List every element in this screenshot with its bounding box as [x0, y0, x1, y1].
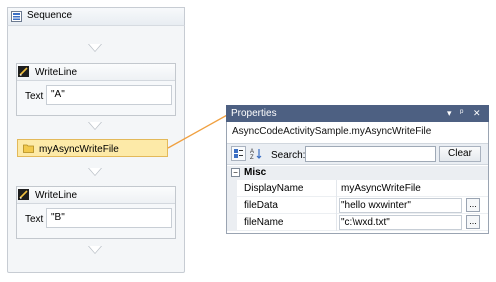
property-name: fileName	[244, 217, 284, 228]
property-name: DisplayName	[244, 183, 304, 194]
drop-target-arrow-inner	[89, 44, 101, 51]
writeline-text-label: Text	[25, 214, 44, 225]
property-column-divider	[336, 197, 337, 214]
writeline-title: WriteLine	[35, 67, 78, 78]
alphabetical-view-button[interactable]: A Z	[249, 146, 264, 161]
property-value[interactable]: "hello wxwinter"	[341, 200, 411, 211]
ellipsis-button[interactable]: ...	[466, 198, 480, 212]
writeline-icon	[18, 189, 29, 200]
writeline-text-input[interactable]: "A"	[46, 85, 172, 105]
collapse-icon[interactable]: −	[231, 168, 240, 177]
sort-az-icon: A Z	[250, 149, 262, 161]
ellipsis-button[interactable]: ...	[466, 215, 480, 229]
selected-object-type: AsyncCodeActivitySample.myAsyncWriteFile	[232, 126, 432, 137]
pin-icon[interactable]: ᵖ	[460, 107, 463, 117]
property-name: fileData	[244, 200, 278, 211]
search-input[interactable]	[305, 146, 436, 162]
drop-target-arrow-inner	[89, 168, 101, 175]
drop-target-arrow-inner	[89, 246, 101, 253]
close-icon[interactable]: ✕	[473, 108, 481, 119]
svg-text:Z: Z	[250, 155, 254, 160]
writeline-text-input[interactable]: "B"	[46, 208, 172, 228]
writeline-title: WriteLine	[35, 190, 78, 201]
property-column-divider	[336, 214, 337, 231]
sequence-icon	[11, 11, 22, 22]
property-row-gutter	[227, 197, 237, 214]
property-column-divider	[336, 180, 337, 197]
drop-target-arrow-inner	[89, 122, 101, 129]
writeline-text-label: Text	[25, 91, 44, 102]
categorized-view-button[interactable]	[231, 146, 246, 161]
folder-icon	[23, 144, 34, 153]
clear-button[interactable]: Clear	[439, 146, 481, 162]
writeline-icon	[18, 66, 29, 77]
async-activity-title: myAsyncWriteFile	[39, 144, 119, 155]
category-label: Misc	[244, 167, 267, 178]
sequence-title: Sequence	[27, 10, 73, 21]
property-row-gutter	[227, 180, 237, 197]
properties-title: Properties	[231, 108, 277, 119]
property-value[interactable]: "c:\wxd.txt"	[341, 217, 390, 228]
property-value[interactable]: myAsyncWriteFile	[341, 183, 421, 194]
dropdown-icon[interactable]: ▾	[447, 108, 452, 119]
categorized-icon	[234, 149, 243, 158]
property-row-gutter	[227, 214, 237, 231]
search-label: Search:	[271, 150, 306, 161]
